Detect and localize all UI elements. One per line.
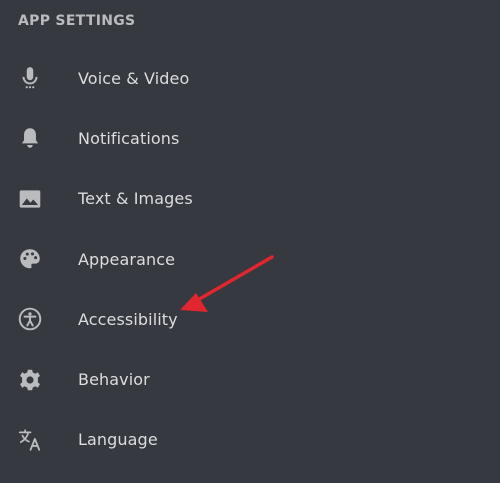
settings-item-label: Accessibility <box>78 309 178 329</box>
image-icon <box>17 186 43 212</box>
settings-item-label: Text & Images <box>78 189 193 209</box>
settings-item-voice-video[interactable]: Voice & Video <box>0 48 500 108</box>
bell-icon <box>17 125 43 151</box>
settings-item-label: Voice & Video <box>78 68 190 88</box>
settings-item-language[interactable]: Language <box>0 410 500 470</box>
settings-item-label: Language <box>78 430 158 450</box>
settings-item-text-images[interactable]: Text & Images <box>0 169 500 229</box>
settings-list: Voice & Video Notifications Text & Image… <box>0 48 500 470</box>
settings-item-label: Appearance <box>78 249 176 269</box>
settings-item-behavior[interactable]: Behavior <box>0 349 500 409</box>
palette-icon <box>17 246 43 272</box>
settings-item-appearance[interactable]: Appearance <box>0 229 500 289</box>
section-header: APP SETTINGS <box>18 13 136 29</box>
settings-item-label: Notifications <box>78 128 180 148</box>
settings-item-notifications[interactable]: Notifications <box>0 108 500 168</box>
microphone-icon <box>17 65 43 91</box>
translate-icon <box>17 427 43 453</box>
settings-item-accessibility[interactable]: Accessibility <box>0 289 500 349</box>
settings-item-label: Behavior <box>78 370 150 390</box>
gear-icon <box>17 367 43 393</box>
accessibility-icon <box>17 306 43 332</box>
